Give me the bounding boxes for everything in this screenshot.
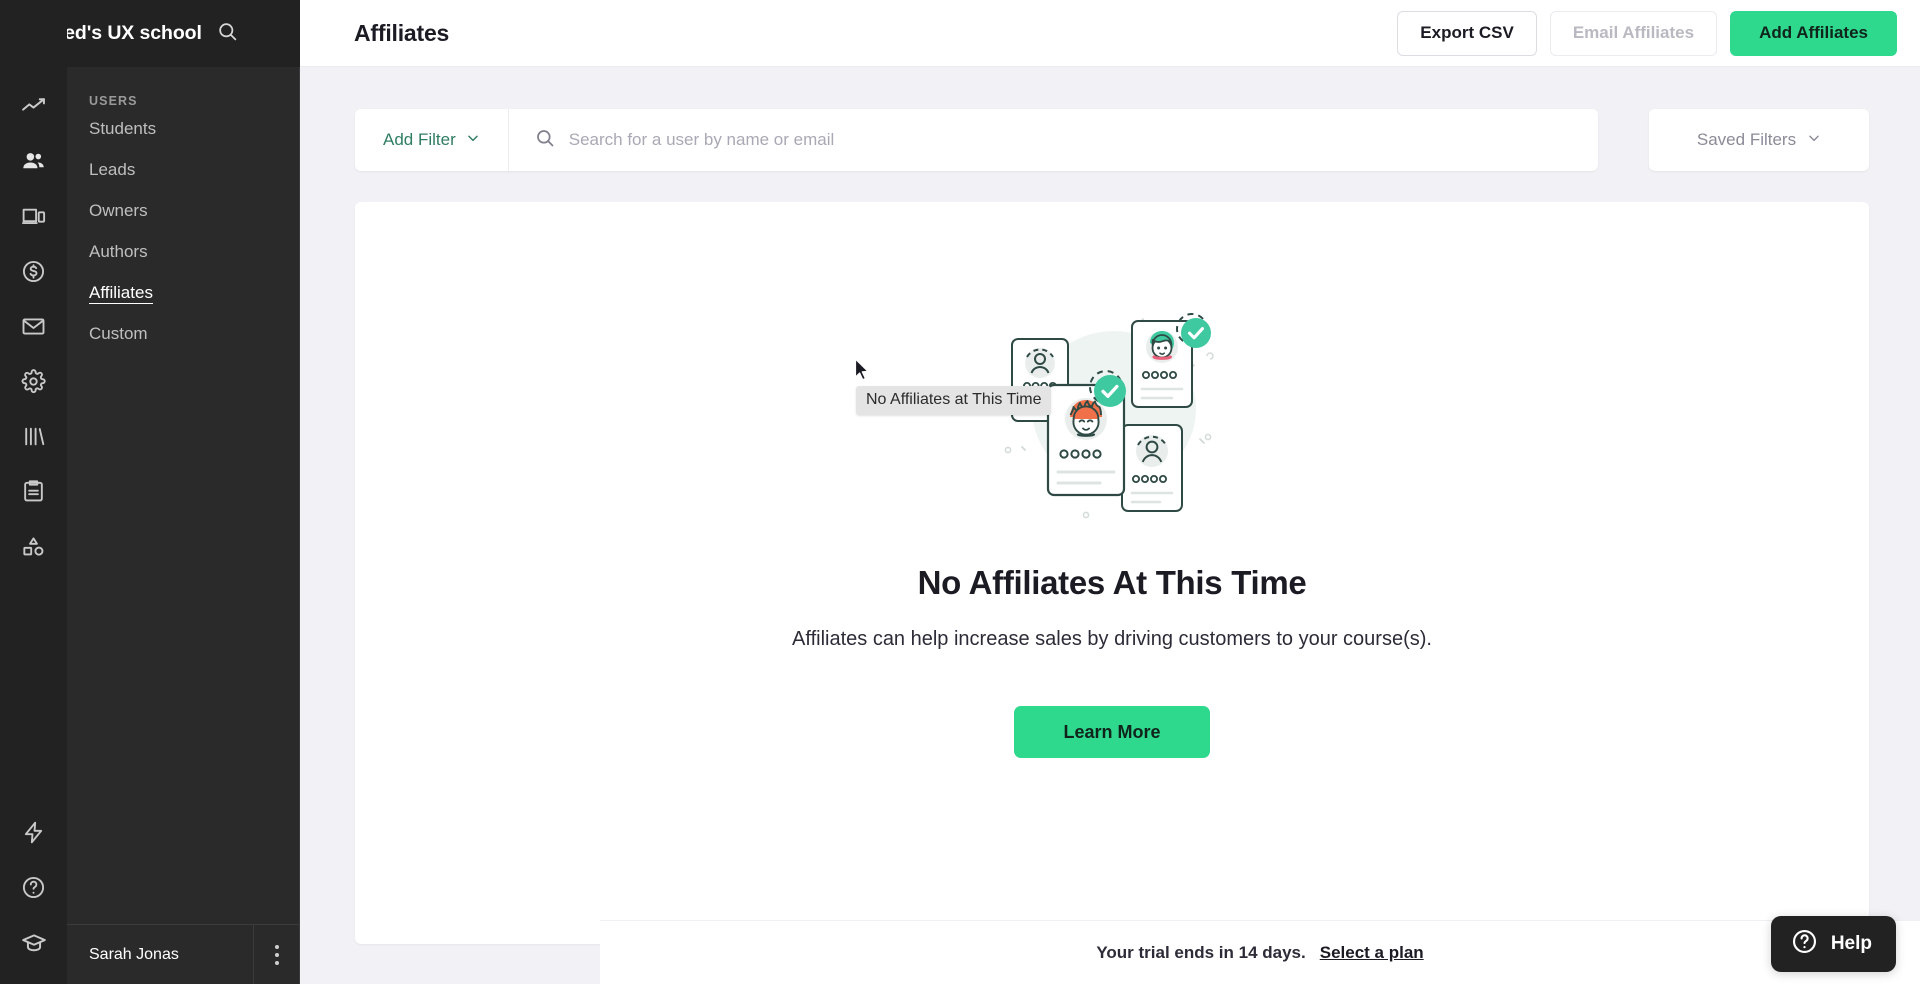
- empty-state-card: No Affiliates At This Time Affiliates ca…: [355, 202, 1869, 944]
- analytics-trending-icon: [21, 94, 46, 119]
- graduation-cap-icon: [21, 930, 47, 956]
- sidebar-item-label: Affiliates: [89, 283, 153, 304]
- rail-bottom-icons: [6, 805, 62, 984]
- sidebar-item-label: Owners: [89, 201, 148, 220]
- books-icon: [21, 424, 46, 449]
- rail-item-academy[interactable]: [6, 915, 62, 970]
- question-circle-icon: [21, 875, 46, 900]
- search-input[interactable]: [568, 130, 1572, 150]
- user-name: Sarah Jonas: [89, 945, 179, 963]
- mail-icon: [21, 314, 46, 339]
- help-button[interactable]: Help: [1770, 916, 1896, 972]
- kebab-menu-icon: [274, 943, 279, 967]
- devices-icon: [21, 204, 46, 229]
- brand-search-button[interactable]: [217, 21, 238, 47]
- sidebar-item-label: Students: [89, 119, 157, 138]
- empty-state-title: No Affiliates At This Time: [917, 564, 1307, 601]
- top-bar: Affiliates Export CSV Email Affiliates A…: [300, 0, 1920, 67]
- users-icon: [21, 149, 46, 174]
- gear-icon: [21, 369, 46, 394]
- user-menu-button[interactable]: [253, 925, 299, 984]
- saved-filters-label: Saved Filters: [1696, 130, 1797, 149]
- content-area: Add Filter Search for a user by name or …: [300, 67, 1920, 984]
- add-affiliates-button[interactable]: Add Affiliates: [1730, 10, 1897, 56]
- add-filter-button[interactable]: Add Filter: [355, 109, 509, 171]
- secondary-sidebar: UI Feed's UX school USERS Students Leads…: [0, 0, 300, 984]
- sidebar-item-custom[interactable]: Custom: [67, 313, 299, 354]
- tooltip: No Affiliates at This Time: [856, 386, 1052, 415]
- learn-more-button[interactable]: Learn More: [1014, 706, 1210, 758]
- icon-rail: [0, 0, 67, 984]
- add-filter-label: Add Filter: [383, 130, 456, 149]
- rail-item-analytics[interactable]: [6, 79, 62, 134]
- clipboard-icon: [21, 479, 46, 504]
- trial-message: Your trial ends in 14 days.: [1096, 942, 1306, 962]
- sidebar-section-label: USERS: [89, 94, 138, 108]
- page-title: Affiliates: [354, 19, 450, 46]
- rail-item-users[interactable]: [6, 134, 62, 189]
- trial-banner: Your trial ends in 14 days. Select a pla…: [600, 920, 1920, 984]
- search-icon: [535, 128, 555, 153]
- chevron-down-icon: [466, 130, 480, 150]
- rail-item-help[interactable]: [6, 860, 62, 915]
- top-bar-actions: Export CSV Email Affiliates Add Affiliat…: [1397, 10, 1897, 56]
- sidebar-user-footer: Sarah Jonas: [0, 924, 299, 984]
- sidebar-item-label: Leads: [89, 160, 136, 179]
- search-field-wrapper: [509, 109, 1598, 171]
- sidebar-item-leads[interactable]: Leads: [67, 149, 299, 190]
- rail-item-library[interactable]: [6, 409, 62, 464]
- sidebar-item-authors[interactable]: Authors: [67, 231, 299, 272]
- filter-bar: Add Filter Search for a user by name or …: [355, 109, 1869, 171]
- dollar-circle-icon: [21, 259, 46, 284]
- filter-search-group: Add Filter: [355, 109, 1598, 171]
- mouse-cursor: [854, 358, 871, 387]
- empty-state-subtitle: Affiliates can help increase sales by dr…: [792, 628, 1432, 650]
- select-a-plan-link[interactable]: Select a plan: [1320, 943, 1424, 963]
- sidebar-item-owners[interactable]: Owners: [67, 190, 299, 231]
- sidebar-item-students[interactable]: Students: [67, 108, 299, 149]
- help-label: Help: [1830, 933, 1872, 954]
- rail-item-automations[interactable]: [6, 805, 62, 860]
- rail-item-forms[interactable]: [6, 464, 62, 519]
- main-area: Affiliates Export CSV Email Affiliates A…: [300, 0, 1920, 984]
- rail-item-sales[interactable]: [6, 244, 62, 299]
- lightning-bolt-icon: [21, 820, 46, 845]
- sidebar-item-label: Custom: [89, 324, 148, 343]
- rail-item-site[interactable]: [6, 519, 62, 574]
- rail-primary-icons: [6, 67, 62, 574]
- question-circle-icon: [1791, 928, 1818, 960]
- sidebar-item-affiliates[interactable]: Affiliates: [67, 272, 299, 313]
- search-icon: [217, 21, 238, 47]
- rail-item-settings[interactable]: [6, 354, 62, 409]
- chevron-down-icon: [1807, 130, 1821, 150]
- rail-item-marketing[interactable]: [6, 299, 62, 354]
- app-root: UI Feed's UX school USERS Students Leads…: [0, 0, 1920, 984]
- rail-item-products[interactable]: [6, 189, 62, 244]
- shapes-icon: [21, 534, 46, 559]
- sidebar-item-label: Authors: [89, 242, 148, 261]
- saved-filters-dropdown[interactable]: Saved Filters: [1649, 109, 1869, 171]
- export-csv-button[interactable]: Export CSV: [1397, 10, 1537, 56]
- email-affiliates-button[interactable]: Email Affiliates: [1549, 10, 1718, 56]
